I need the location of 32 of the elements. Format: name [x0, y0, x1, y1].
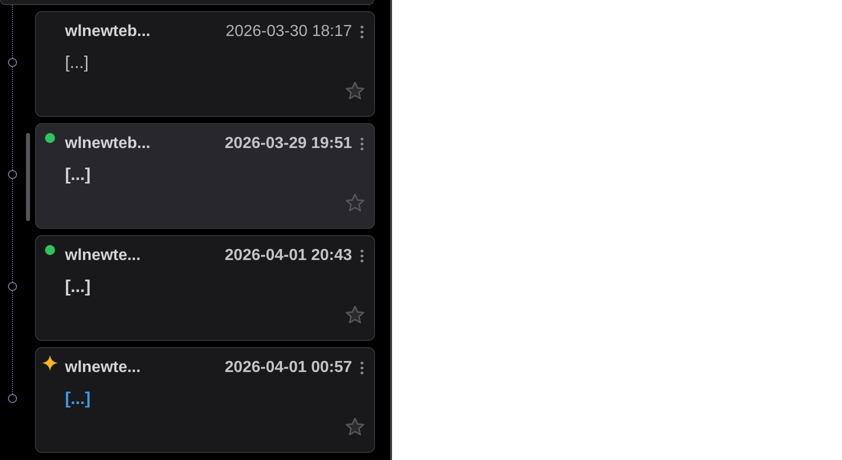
sparkle-icon: [42, 355, 58, 371]
message-time: 2026-04-01 20:43: [224, 247, 352, 265]
star-icon[interactable]: [345, 81, 365, 101]
status-dot-icon: [45, 133, 55, 143]
message-time: 2026-03-29 19:51: [224, 135, 352, 153]
more-icon[interactable]: [360, 25, 364, 39]
message-card[interactable]: wlnewte... 2026-04-01 00:57 [...]: [35, 347, 375, 453]
more-icon[interactable]: [360, 249, 364, 263]
star-icon[interactable]: [345, 417, 365, 437]
message-preview: [...]: [65, 165, 90, 185]
star-icon[interactable]: [345, 305, 365, 325]
timeline-node: [8, 170, 17, 179]
message-card[interactable]: wlnewteb... 2026-03-29 19:51 [...]: [35, 123, 375, 229]
timeline-node: [8, 394, 17, 403]
timeline-node: [8, 282, 17, 291]
timeline-node: [8, 58, 17, 67]
message-preview: [...]: [65, 277, 90, 297]
status-dot-icon: [45, 245, 55, 255]
message-preview: [...]: [65, 53, 89, 73]
message-title: wlnewte...: [65, 359, 141, 377]
message-time: 2026-03-30 18:17: [226, 23, 352, 41]
star-icon[interactable]: [345, 193, 365, 213]
message-title: wlnewteb...: [65, 23, 150, 41]
more-icon[interactable]: [360, 137, 364, 151]
message-card[interactable]: wlnewteb... 2026-03-30 18:17 [...]: [35, 11, 375, 117]
message-time: 2026-04-01 00:57: [224, 359, 352, 377]
message-title: wlnewte...: [65, 247, 141, 265]
scrollbar-thumb[interactable]: [26, 133, 30, 221]
more-icon[interactable]: [360, 361, 364, 375]
message-card[interactable]: wlnewte... 2026-04-01 20:43 [...]: [35, 235, 375, 341]
message-title: wlnewteb...: [65, 135, 150, 153]
message-preview: [...]: [65, 389, 90, 409]
